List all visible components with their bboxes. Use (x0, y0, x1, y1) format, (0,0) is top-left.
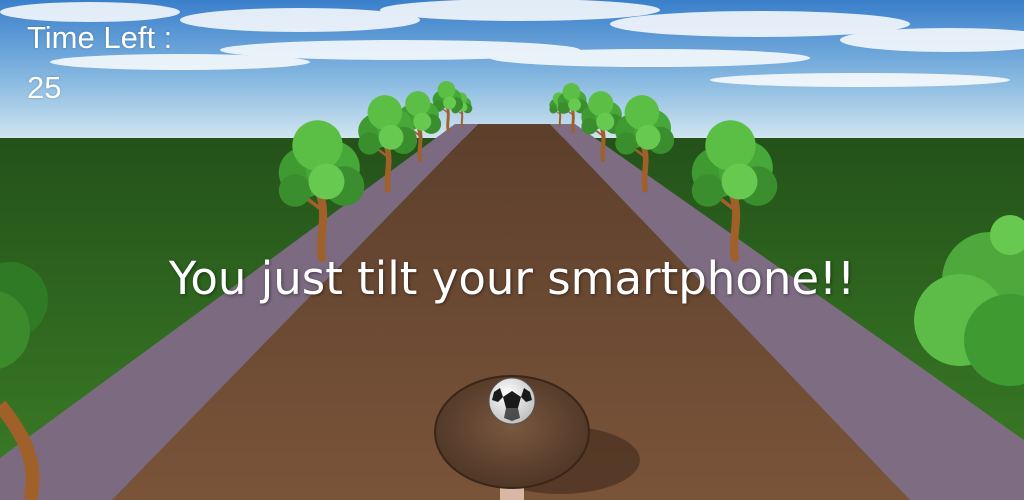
game-scene (0, 0, 1024, 500)
tilt-instruction-text: You just tilt your smartphone!! (168, 252, 856, 305)
soccer-ball (488, 377, 536, 425)
time-left-value: 25 (27, 70, 62, 105)
time-left-label: Time Left : (27, 20, 173, 55)
